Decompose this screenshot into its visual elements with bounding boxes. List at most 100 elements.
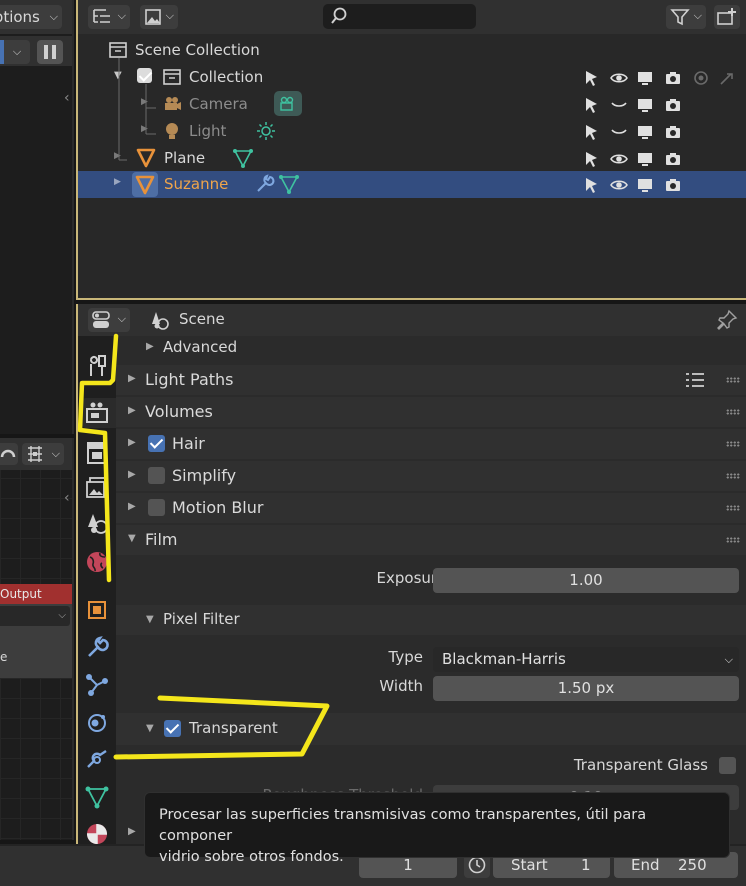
magnet-icon[interactable] xyxy=(0,443,18,465)
indirect-only-icon[interactable] xyxy=(718,69,736,87)
output-node-target-select[interactable]: ⌵ xyxy=(0,606,70,626)
monitor-icon[interactable] xyxy=(636,69,654,87)
select-icon[interactable] xyxy=(582,69,600,87)
tab-object[interactable] xyxy=(82,595,112,625)
output-node-title: Output xyxy=(0,587,42,601)
panel-simplify[interactable]: ▶ Simplify xyxy=(116,461,746,491)
collapse-arrow-icon: ▼ xyxy=(146,614,154,625)
filter-width-label: Width xyxy=(379,677,423,695)
tab-world[interactable] xyxy=(82,547,112,577)
drag-handle-icon[interactable] xyxy=(726,505,740,511)
outliner-editor: ⌵ ⌵ ⌵ Scene Collection ▼ Collection ▶ Ca… xyxy=(76,0,746,300)
transparent-glass-checkbox[interactable] xyxy=(719,757,736,774)
eye-icon[interactable] xyxy=(610,150,628,168)
camera-icon[interactable] xyxy=(664,123,682,141)
output-tab-icon xyxy=(87,442,107,464)
tab-modifiers[interactable] xyxy=(82,633,112,663)
pause-button[interactable] xyxy=(37,40,63,64)
panel-hair[interactable]: ▶ Hair xyxy=(116,429,746,459)
monitor-icon[interactable] xyxy=(636,176,654,194)
drag-handle-icon[interactable] xyxy=(726,377,740,383)
panel-light-paths[interactable]: ▶ Light Paths xyxy=(116,365,746,395)
eye-icon[interactable] xyxy=(610,176,628,194)
eye-closed-icon[interactable] xyxy=(610,123,628,141)
drag-handle-icon[interactable] xyxy=(726,473,740,479)
panel-title: Light Paths xyxy=(145,370,234,389)
panel-title: Simplify xyxy=(172,466,237,485)
tab-particles[interactable] xyxy=(82,670,112,700)
expand-arrow-icon: ▶ xyxy=(128,405,136,416)
transparent-subpanel-header[interactable]: ▼ Transparent xyxy=(116,713,746,745)
tab-output[interactable] xyxy=(82,438,112,468)
drag-handle-icon[interactable] xyxy=(726,441,740,447)
panel-title: Hair xyxy=(172,434,205,453)
select-icon[interactable] xyxy=(582,96,600,114)
eye-icon[interactable] xyxy=(610,69,628,87)
tab-view-layer[interactable] xyxy=(82,473,112,503)
tab-material[interactable] xyxy=(82,819,112,844)
expand-arrow-icon[interactable]: ▶ xyxy=(128,826,136,837)
panel-motion-blur[interactable]: ▶ Motion Blur xyxy=(116,493,746,523)
snap-dropdown[interactable]: ⌵ xyxy=(22,443,64,465)
tab-tool[interactable] xyxy=(82,350,112,380)
properties-editor-type-dropdown[interactable]: ⌵ xyxy=(88,308,130,332)
transparent-checkbox[interactable] xyxy=(164,720,181,737)
render-tab-icon xyxy=(86,402,108,423)
left-viewport-editor: Options ⌵ ⌵ ‹ xyxy=(0,0,74,434)
tab-render[interactable] xyxy=(82,398,116,428)
sidebar-toggle-icon[interactable]: ‹ xyxy=(64,90,70,106)
select-icon[interactable] xyxy=(582,123,600,141)
panel-title: Motion Blur xyxy=(172,498,264,517)
chevron-down-icon: ⌵ xyxy=(51,447,60,460)
tab-scene[interactable] xyxy=(82,508,112,538)
panel-film[interactable]: ▼ Film xyxy=(116,525,746,555)
chevron-down-icon: ⌵ xyxy=(724,653,733,666)
motion-blur-checkbox[interactable] xyxy=(148,499,165,516)
output-node-header[interactable]: Output xyxy=(0,584,72,604)
eye-closed-icon[interactable] xyxy=(610,96,628,114)
camera-icon[interactable] xyxy=(664,69,682,87)
hair-checkbox[interactable] xyxy=(148,435,165,452)
holdout-icon[interactable] xyxy=(692,69,710,87)
options-label: Options xyxy=(0,8,40,26)
pixel-filter-subpanel-header[interactable]: ▼ Pixel Filter xyxy=(116,605,746,635)
subpanel-title: Transparent xyxy=(189,719,278,737)
simplify-checkbox[interactable] xyxy=(148,467,165,484)
monitor-icon[interactable] xyxy=(636,96,654,114)
presets-list-icon[interactable] xyxy=(684,370,706,390)
subpanel-title: Pixel Filter xyxy=(163,610,240,628)
node-editor: ⌵ ‹ Output ⌵ e xyxy=(0,438,74,840)
drag-handle-icon[interactable] xyxy=(726,537,740,543)
output-node-field: e xyxy=(0,650,8,664)
expand-arrow-icon: ▶ xyxy=(128,373,136,384)
panel-title: Film xyxy=(145,530,178,549)
context-breadcrumb: Scene xyxy=(179,310,225,328)
options-dropdown[interactable]: Options ⌵ xyxy=(0,5,62,29)
tab-constraints[interactable] xyxy=(82,745,112,775)
pin-icon[interactable] xyxy=(716,309,738,331)
tooltip-line-2: vidrio sobre otros fondos. xyxy=(159,849,344,865)
snap-grid-icon xyxy=(28,446,42,462)
mode-dropdown[interactable]: ⌵ xyxy=(4,40,30,64)
monitor-icon[interactable] xyxy=(636,150,654,168)
camera-icon[interactable] xyxy=(664,96,682,114)
select-icon[interactable] xyxy=(582,176,600,194)
filter-type-select[interactable]: Blackman-Harris ⌵ xyxy=(433,647,739,672)
tab-object-data[interactable] xyxy=(82,782,112,812)
tab-physics[interactable] xyxy=(82,708,112,738)
restriction-columns xyxy=(78,0,746,200)
select-icon[interactable] xyxy=(582,150,600,168)
advanced-subpanel-header[interactable]: ▶ Advanced xyxy=(116,336,746,360)
monitor-icon[interactable] xyxy=(636,123,654,141)
expand-arrow-icon: ▶ xyxy=(128,501,136,512)
filter-type-label: Type xyxy=(388,648,423,666)
view-layer-tab-icon xyxy=(86,477,108,498)
exposure-field[interactable]: 1.00 xyxy=(433,568,739,593)
scene-tab-icon xyxy=(88,514,108,534)
filter-width-field[interactable]: 1.50 px xyxy=(433,676,739,701)
drag-handle-icon[interactable] xyxy=(726,409,740,415)
panel-volumes[interactable]: ▶ Volumes xyxy=(116,397,746,427)
camera-icon[interactable] xyxy=(664,176,682,194)
camera-icon[interactable] xyxy=(664,150,682,168)
sidebar-toggle-icon[interactable]: ‹ xyxy=(64,490,70,506)
